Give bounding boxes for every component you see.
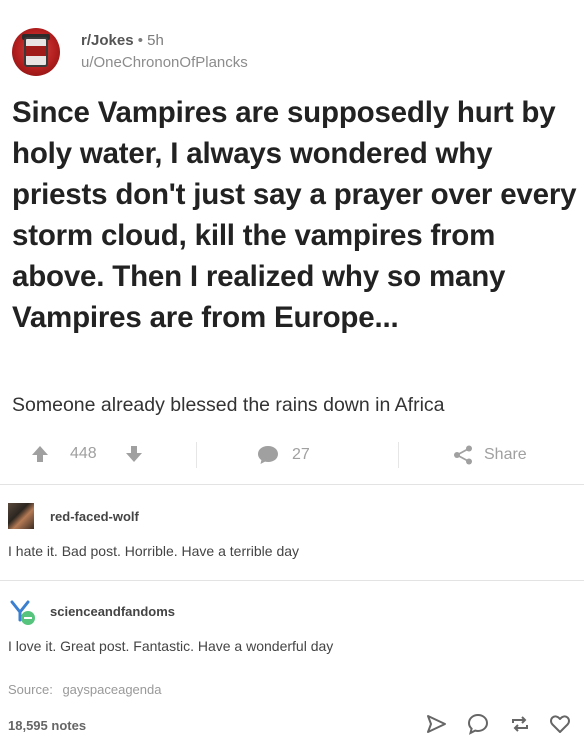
subreddit-line: r/Jokes • 5h [81,32,164,49]
post-body: Someone already blessed the rains down i… [12,394,445,416]
share-icon [452,444,474,466]
send-icon[interactable] [424,712,450,738]
divider [0,484,584,485]
reblog-text: I love it. Great post. Fantastic. Have a… [8,638,334,654]
reblog-text: I hate it. Bad post. Horrible. Have a te… [8,543,300,559]
source-link[interactable]: gayspaceagenda [62,682,161,697]
meta-separator: • [137,32,143,49]
upvote-icon [30,444,50,464]
comment-icon [256,444,280,466]
post-controls [420,712,580,738]
avatar[interactable] [8,503,34,529]
like-icon[interactable] [548,712,574,738]
subreddit-avatar[interactable] [12,28,60,76]
subreddit-name[interactable]: r/Jokes [81,32,134,49]
post-time: 5h [147,32,164,49]
reblog-username[interactable]: red-faced-wolf [50,509,139,524]
divider [0,580,584,581]
source-label: Source: [8,682,53,697]
post-action-bar: 448 27 Share [0,436,584,476]
post-title: Since Vampires are supposedly hurt by ho… [12,96,577,334]
downvote-button[interactable] [124,444,144,464]
upvote-button[interactable] [30,444,50,464]
reblog-icon[interactable] [508,712,534,738]
reblog-entry: scienceandfandoms I love it. Great post.… [8,598,578,658]
downvote-icon [124,444,144,464]
comments-button[interactable]: 27 [256,444,310,466]
source-line: Source: gayspaceagenda [8,682,161,697]
avatar[interactable] [8,598,35,625]
notes-count[interactable]: 18,595 notes [8,718,86,733]
post-header: r/Jokes • 5h u/OneChrononOfPlancks [12,24,572,78]
reblog-username[interactable]: scienceandfandoms [50,604,175,619]
post-author[interactable]: u/OneChrononOfPlancks [81,54,248,71]
comment-count: 27 [292,446,310,463]
reply-icon[interactable] [466,712,492,738]
share-label: Share [484,446,527,463]
share-button[interactable]: Share [452,444,527,466]
reblog-entry: red-faced-wolf I hate it. Bad post. Horr… [8,503,578,563]
vote-count: 448 [70,445,97,462]
